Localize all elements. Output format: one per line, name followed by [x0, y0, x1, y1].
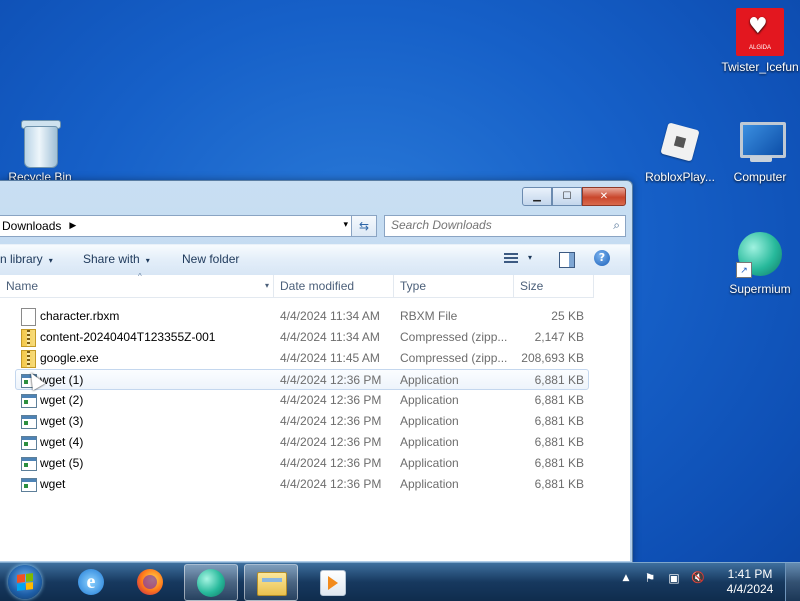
start-button[interactable]	[8, 565, 42, 599]
desktop-icon-recycle-bin[interactable]: Recycle Bin	[0, 120, 82, 184]
system-tray: ▲ ⚑ ▣ 🔇	[618, 571, 706, 585]
internet-explorer-icon: e	[78, 569, 104, 595]
include-in-library-button[interactable]: n library ▾	[0, 252, 53, 266]
folder-icon	[257, 572, 287, 596]
address-bar[interactable]: Downloads ▶ ▾ ⇆	[0, 215, 377, 237]
zip-folder-icon	[21, 350, 36, 368]
zip-folder-icon	[21, 329, 36, 347]
explorer-window: ▁ ☐ ✕ Downloads ▶ ▾ ⇆ ⌕ n library▾ Share…	[0, 180, 633, 564]
desktop-icon-twister-icefun[interactable]: ♥ ALGIDA Twister_Icefun	[718, 8, 800, 74]
file-row[interactable]: wget (2) 4/4/2024 12:36 PM Application 6,8…	[16, 390, 588, 410]
application-icon	[21, 436, 37, 450]
close-button[interactable]: ✕	[582, 187, 626, 206]
file-row[interactable]: content-20240404T123355Z-001 4/4/2024 11:…	[16, 327, 588, 347]
taskbar: e ▲ ⚑ ▣ 🔇 1:41 PM 4/4/2024	[0, 562, 800, 601]
new-folder-button[interactable]: New folder	[182, 252, 239, 266]
desktop-icon-label: Supermium	[729, 282, 791, 296]
show-hidden-icons-chevron-icon[interactable]: ▲	[618, 571, 634, 585]
help-icon[interactable]: ?	[594, 250, 610, 266]
show-desktop-button[interactable]	[785, 563, 800, 601]
media-player-icon	[320, 570, 346, 596]
taskbar-media-player[interactable]	[308, 564, 360, 599]
file-row[interactable]: google.exe 4/4/2024 11:45 AM Compressed (…	[16, 348, 588, 368]
file-row[interactable]: character.rbxm 4/4/2024 11:34 AM RBXM Fil…	[16, 306, 588, 326]
clock-date: 4/4/2024	[726, 582, 774, 596]
firefox-icon	[137, 569, 163, 595]
search-input[interactable]	[385, 216, 601, 234]
file-row[interactable]: wget (4) 4/4/2024 12:36 PM Application 6,8…	[16, 432, 588, 452]
file-icon	[21, 308, 36, 326]
taskbar-internet-explorer[interactable]: e	[64, 564, 116, 599]
clock[interactable]: 1:41 PM 4/4/2024	[718, 567, 782, 597]
windows-logo-icon	[17, 573, 33, 591]
column-filter-dropdown[interactable]: ▾	[265, 275, 269, 297]
share-with-button[interactable]: Share with ▾	[83, 252, 150, 266]
supermium-icon	[197, 569, 225, 597]
application-icon	[21, 478, 37, 492]
change-view-icon[interactable]	[504, 253, 518, 265]
sort-indicator-icon: ^	[138, 272, 142, 281]
breadcrumb-downloads[interactable]: Downloads	[0, 219, 61, 233]
roblox-icon	[656, 118, 704, 166]
search-box: ⌕	[384, 215, 626, 237]
column-header-size[interactable]: Size	[514, 275, 594, 297]
application-icon	[21, 457, 37, 471]
file-row[interactable]: wget 4/4/2024 12:36 PM Application 6,881 K…	[16, 474, 588, 494]
desktop-icon-supermium[interactable]: ↗ Supermium	[718, 230, 800, 296]
algida-icon: ♥ ALGIDA	[736, 8, 784, 56]
desktop-icon-label: RobloxPlay...	[645, 170, 715, 184]
file-list: ^ Name ▾ Date modified Type Size charact…	[0, 272, 630, 561]
computer-icon	[736, 118, 786, 166]
preview-pane-icon[interactable]	[559, 252, 575, 268]
minimize-button[interactable]: ▁	[522, 187, 552, 206]
file-row[interactable]: wget (3) 4/4/2024 12:36 PM Application 6,8…	[16, 411, 588, 431]
recycle-bin-icon	[21, 120, 61, 168]
file-row[interactable]: wget (5) 4/4/2024 12:36 PM Application 6,8…	[16, 453, 588, 473]
desktop-icon-computer[interactable]: Computer	[718, 118, 800, 184]
desktop-icon-label: Twister_Icefun	[721, 60, 799, 74]
taskbar-supermium[interactable]	[184, 564, 238, 601]
caption-buttons: ▁ ☐ ✕	[522, 187, 626, 206]
network-icon[interactable]: ▣	[666, 571, 682, 585]
desktop-icon-label: Computer	[733, 170, 787, 184]
file-row-hovered[interactable]: wget (1) 4/4/2024 12:36 PM Application 6,8…	[15, 369, 589, 390]
action-center-flag-icon[interactable]: ⚑	[642, 571, 658, 585]
refresh-button[interactable]: ⇆	[351, 216, 376, 236]
application-icon	[21, 415, 37, 429]
column-header-name[interactable]: ^ Name ▾	[0, 272, 274, 297]
clock-time: 1:41 PM	[727, 567, 773, 581]
taskbar-windows-explorer[interactable]	[244, 564, 298, 601]
address-dropdown-icon[interactable]: ▾	[343, 220, 348, 230]
search-icon[interactable]: ⌕	[613, 218, 620, 233]
desktop-icon-roblox[interactable]: RobloxPlay...	[638, 118, 722, 184]
column-headers: ^ Name ▾ Date modified Type Size	[0, 272, 594, 298]
command-bar: n library ▾ Share with ▾ New folder ▾ ?	[0, 244, 630, 276]
breadcrumb-separator-icon[interactable]: ▶	[69, 221, 76, 231]
volume-muted-icon[interactable]: 🔇	[690, 571, 706, 585]
supermium-icon: ↗	[736, 230, 784, 278]
maximize-button[interactable]: ☐	[552, 187, 582, 206]
taskbar-firefox[interactable]	[124, 564, 176, 599]
column-header-date-modified[interactable]: Date modified	[274, 275, 394, 297]
column-header-type[interactable]: Type	[394, 275, 514, 297]
application-icon	[21, 394, 37, 408]
view-options-dropdown[interactable]: ▾	[528, 253, 532, 262]
